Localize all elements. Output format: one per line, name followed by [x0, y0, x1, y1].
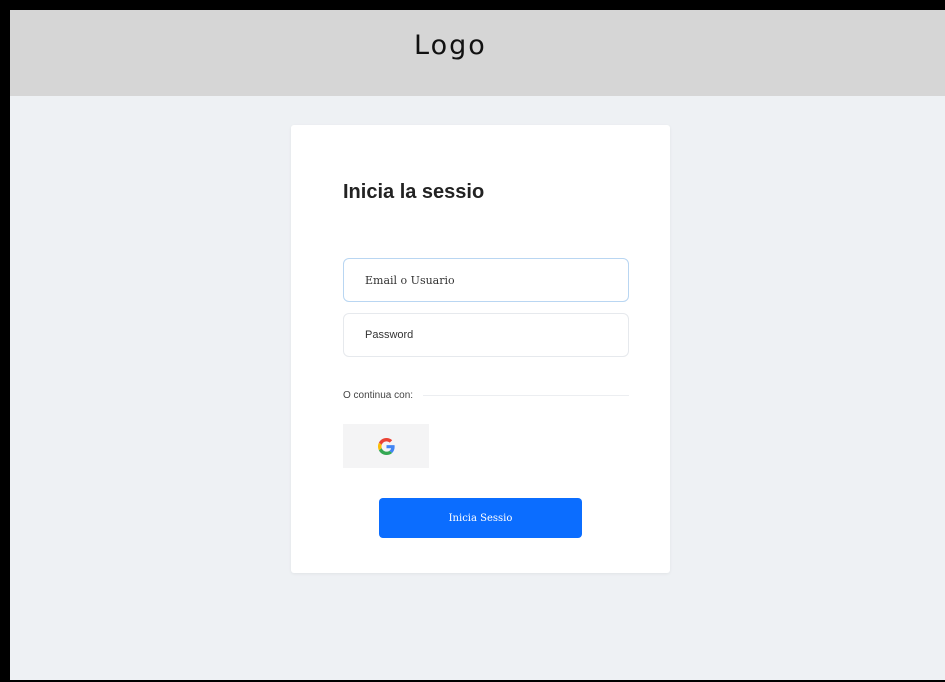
social-divider: O continua con: [343, 388, 629, 402]
email-placeholder: Email o Usuario [365, 273, 455, 287]
login-card: Inicia la sessio Email o Usuario Passwor… [291, 125, 670, 573]
google-icon [377, 437, 395, 455]
page-title: Inicia la sessio [343, 181, 485, 203]
email-field[interactable]: Email o Usuario [343, 258, 629, 302]
password-field[interactable]: Password [343, 313, 629, 357]
login-submit-button[interactable]: Inicia Sessio [379, 498, 582, 538]
header: Logo [10, 10, 945, 96]
app-frame: Logo Inicia la sessio Email o Usuario Pa… [10, 10, 945, 680]
google-login-button[interactable] [343, 424, 429, 468]
divider-label: O continua con: [343, 389, 414, 401]
logo: Logo [414, 30, 487, 61]
password-placeholder: Password [365, 329, 414, 341]
divider-line [423, 394, 629, 396]
